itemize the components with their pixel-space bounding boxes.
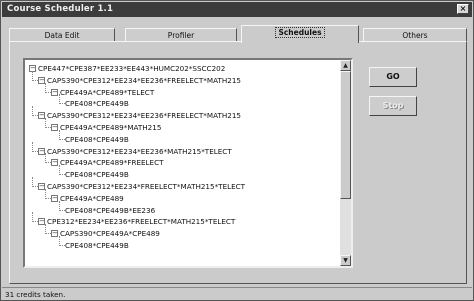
tab-strip: Data Edit Profiler Schedules Others xyxy=(9,25,467,43)
tree-node[interactable]: − CPE449A*CPE489*TELECT xyxy=(51,87,154,98)
tree-node[interactable]: CPE408*CPE449B*EE236 xyxy=(65,205,155,216)
close-button[interactable]: × xyxy=(457,4,469,14)
tree-node-label: CPE408*CPE449B*EE236 xyxy=(65,205,156,215)
tree-node-label: CPE408*CPE449B xyxy=(65,134,129,144)
collapse-icon[interactable]: − xyxy=(38,76,45,84)
tab-others[interactable]: Others xyxy=(363,28,467,42)
tree-node[interactable]: − CPE449A*CPE489*FREELECT xyxy=(51,157,164,168)
tree-node-label: CPE449A*CPE489*FREELECT xyxy=(60,158,164,168)
tree-node[interactable]: − CPE447*CPE387*EE233*EE443*HUMC202*SSCC2… xyxy=(29,63,225,74)
status-text: 31 credits taken. xyxy=(5,290,66,299)
window-title: Course Scheduler 1.1 xyxy=(7,4,114,14)
tree-node[interactable]: CPE408*CPE449B xyxy=(65,240,129,251)
tab-label: Schedules xyxy=(275,27,325,38)
tree-node[interactable]: − CAPS390*CPE312*EE234*FREELECT*MATH215*T… xyxy=(38,181,245,192)
tree-node-label: CPE408*CPE449B xyxy=(65,241,129,250)
tree-node-label: CAPS390*CPE312*EE234*FREELECT*MATH215*TE… xyxy=(47,182,246,191)
collapse-icon[interactable]: − xyxy=(51,159,58,167)
tab-data-edit[interactable]: Data Edit xyxy=(9,28,115,42)
collapse-icon[interactable]: − xyxy=(38,147,45,155)
app-window: Course Scheduler 1.1 × Data Edit Profile… xyxy=(0,0,474,301)
tree-node[interactable]: − CPE312*EE234*EE236*FREELECT*MATH215*TEL… xyxy=(38,216,235,227)
tree-node-label: CPE449A*CPE489 xyxy=(60,193,124,203)
tab-label: Profiler xyxy=(167,31,195,40)
tab-schedules[interactable]: Schedules xyxy=(241,25,359,43)
collapse-icon[interactable]: − xyxy=(38,183,45,190)
tree-node-label: CAPS390*CPE312*EE234*EE236*MATH215*TELEC… xyxy=(47,146,232,156)
collapse-icon[interactable]: − xyxy=(51,194,58,202)
collapse-icon[interactable]: − xyxy=(38,218,45,226)
tree-scrollbar[interactable]: ▲ ▼ xyxy=(340,60,351,266)
collapse-icon[interactable]: − xyxy=(38,112,45,120)
status-bar: 31 credits taken. xyxy=(2,287,472,300)
tree-node[interactable]: CPE408*CPE449B xyxy=(65,169,129,180)
scroll-up-arrow-icon[interactable]: ▲ xyxy=(340,60,351,71)
scroll-thumb[interactable] xyxy=(340,71,351,199)
tree-node-label: CPE408*CPE449B xyxy=(65,99,129,109)
tree-node[interactable]: − CAPS390*CPE449A*CPE489 xyxy=(51,228,160,239)
collapse-icon[interactable]: − xyxy=(51,230,58,238)
collapse-icon[interactable]: − xyxy=(51,124,58,131)
tab-label: Data Edit xyxy=(44,31,80,40)
tree-node[interactable]: − CAPS390*CPE312*EE234*EE236*FREELECT*MAT… xyxy=(38,75,241,86)
tree-node-label: CPE408*CPE449B xyxy=(65,170,129,180)
tree-node-label: CAPS390*CPE312*EE234*EE236*FREELECT*MATH… xyxy=(47,111,241,121)
tree-node[interactable]: − CPE449A*CPE489*MATH215 xyxy=(51,122,161,133)
schedule-tree[interactable]: − CPE447*CPE387*EE233*EE443*HUMC202*SSCC2… xyxy=(23,58,353,268)
tree-node-label: CPE449A*CPE489*MATH215 xyxy=(60,123,162,132)
tab-label: Others xyxy=(402,31,428,40)
stop-button[interactable]: Stop xyxy=(369,96,417,116)
tree-node-label: CPE312*EE234*EE236*FREELECT*MATH215*TELE… xyxy=(47,217,236,227)
tree-node-label: CAPS390*CPE312*EE234*EE236*FREELECT*MATH… xyxy=(47,75,241,85)
go-button[interactable]: GO xyxy=(369,67,417,87)
tree-node-label: CAPS390*CPE449A*CPE489 xyxy=(60,229,160,239)
tree-node-label: CPE449A*CPE489*TELECT xyxy=(60,87,155,97)
tab-profiler[interactable]: Profiler xyxy=(125,28,237,42)
tree-node[interactable]: CPE408*CPE449B xyxy=(65,98,129,109)
tree-node-label: CPE447*CPE387*EE233*EE443*HUMC202*SSCC20… xyxy=(38,64,226,73)
tree-node[interactable]: − CAPS390*CPE312*EE234*EE236*MATH215*TELE… xyxy=(38,146,232,157)
tree-node[interactable]: CPE408*CPE449B xyxy=(65,134,129,145)
scroll-down-arrow-icon[interactable]: ▼ xyxy=(340,255,351,266)
collapse-icon[interactable]: − xyxy=(51,88,58,96)
title-bar: Course Scheduler 1.1 × xyxy=(2,2,472,17)
tree-node[interactable]: − CAPS390*CPE312*EE234*EE236*FREELECT*MAT… xyxy=(38,110,241,121)
